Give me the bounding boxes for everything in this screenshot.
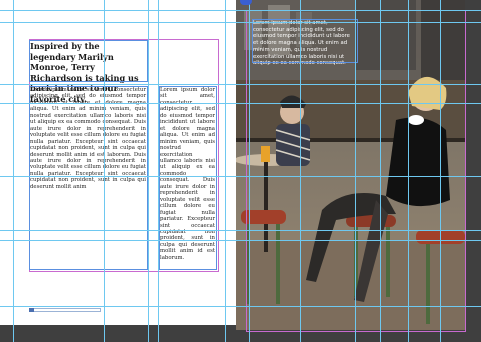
body-column-1[interactable]: Lorem ipsum dolor sit amet, consectetur … bbox=[30, 87, 146, 190]
body-column-2[interactable]: Lorem ipsum dolor sit amet, consectetur … bbox=[160, 87, 215, 261]
page-badge[interactable] bbox=[240, 0, 252, 5]
horizontal-scrollbar-thumb[interactable] bbox=[29, 308, 34, 312]
horizontal-scrollbar-track[interactable] bbox=[29, 308, 101, 312]
photo-overlay-text[interactable]: Lorem ipsum dolor sit amet, consectetur … bbox=[253, 20, 355, 67]
